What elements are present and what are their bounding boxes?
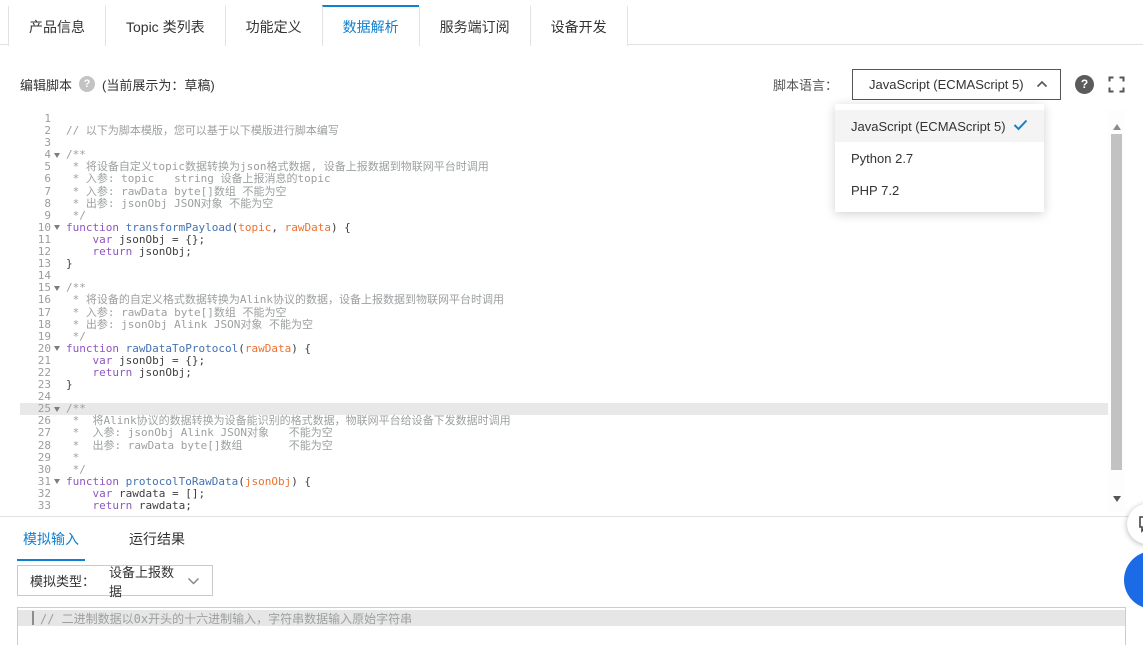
dropdown-option-label: Python 2.7 <box>851 151 913 166</box>
scrollbar-thumb[interactable] <box>1111 134 1122 470</box>
fullscreen-icon[interactable] <box>1108 76 1125 93</box>
editor-scrollbar[interactable] <box>1108 110 1125 512</box>
dropdown-option-label: JavaScript (ECMAScript 5) <box>851 119 1006 134</box>
line-number: 33 <box>20 500 51 512</box>
simulate-input-comment: // 二进制数据以0x开头的十六进制输入，字符串数据输入原始字符串 <box>40 610 412 627</box>
code-line: 23} <box>20 379 1108 391</box>
dropdown-option[interactable]: PHP 7.2 <box>835 174 1044 206</box>
chevron-up-icon <box>1036 80 1048 88</box>
tab-功能定义[interactable]: 功能定义 <box>225 5 322 46</box>
text-cursor <box>32 611 34 625</box>
code-line: 12 return jsonObj; <box>20 246 1108 258</box>
line-number: 27 <box>20 427 51 439</box>
line-number: 16 <box>20 294 51 306</box>
line-number: 28 <box>20 440 51 452</box>
check-icon <box>1013 119 1028 134</box>
code-line: 29 * <box>20 452 1108 464</box>
help-icon-dark[interactable]: ? <box>1075 75 1094 94</box>
tab-模拟输入[interactable]: 模拟输入 <box>17 525 85 561</box>
language-dropdown-menu: JavaScript (ECMAScript 5) Python 2.7 PHP 7… <box>835 104 1044 212</box>
simulate-type-value: 设备上报数据 <box>109 562 187 600</box>
script-language-value: JavaScript (ECMAScript 5) <box>869 77 1024 92</box>
script-language-select[interactable]: JavaScript (ECMAScript 5) <box>852 69 1061 100</box>
fold-arrow-icon[interactable] <box>51 149 62 161</box>
draft-status-note: (当前展示为：草稿) <box>102 75 215 94</box>
scrollbar-down-arrow-icon[interactable] <box>1108 492 1125 506</box>
fold-arrow-icon[interactable] <box>51 282 62 294</box>
fold-arrow-icon[interactable] <box>51 403 62 415</box>
edit-script-title: 编辑脚本 <box>20 75 72 94</box>
dropdown-option[interactable]: JavaScript (ECMAScript 5) <box>835 110 1044 142</box>
simulate-type-select[interactable]: 模拟类型： 设备上报数据 <box>17 565 213 596</box>
feedback-button[interactable] <box>1127 504 1143 544</box>
chevron-down-icon <box>187 577 200 585</box>
support-button[interactable] <box>1124 551 1143 609</box>
line-number: 7 <box>20 186 51 198</box>
product-tabbar: 产品信息Topic 类列表功能定义数据解析服务端订阅设备开发 <box>0 5 1143 45</box>
code-line: 24 <box>20 391 1108 403</box>
script-language-label: 脚本语言： <box>773 75 838 94</box>
simulate-input-active-line: // 二进制数据以0x开头的十六进制输入，字符串数据输入原始字符串 <box>18 610 1125 626</box>
scrollbar-up-arrow-icon[interactable] <box>1108 120 1125 134</box>
tab-设备开发[interactable]: 设备开发 <box>530 5 628 46</box>
help-icon[interactable]: ? <box>79 76 95 92</box>
tab-Topic 类列表[interactable]: Topic 类列表 <box>105 5 225 46</box>
tab-运行结果[interactable]: 运行结果 <box>123 525 191 561</box>
tab-产品信息[interactable]: 产品信息 <box>8 5 105 46</box>
section-divider <box>0 516 1143 517</box>
tab-数据解析[interactable]: 数据解析 <box>322 5 419 46</box>
dropdown-option-label: PHP 7.2 <box>851 183 899 198</box>
fold-arrow-icon[interactable] <box>51 476 62 488</box>
code-line: 14 <box>20 270 1108 282</box>
line-number: 30 <box>20 464 51 476</box>
tab-服务端订阅[interactable]: 服务端订阅 <box>419 5 530 46</box>
fold-arrow-icon[interactable] <box>51 343 62 355</box>
line-number: 18 <box>20 319 51 331</box>
code-line: 28 * 出参: rawData byte[]数组 不能为空 <box>20 440 1108 452</box>
code-line: 33 return rawdata; <box>20 500 1108 512</box>
data-parsing-page: 产品信息Topic 类列表功能定义数据解析服务端订阅设备开发 编辑脚本 ? (当… <box>0 0 1143 645</box>
script-editor-header: 编辑脚本 ? (当前展示为：草稿) 脚本语言： JavaScript (ECMA… <box>20 68 1125 100</box>
simulate-input-editor[interactable]: // 二进制数据以0x开头的十六进制输入，字符串数据输入原始字符串 <box>17 607 1126 645</box>
feedback-icon <box>1137 514 1143 534</box>
line-number: 8 <box>20 198 51 210</box>
dropdown-option[interactable]: Python 2.7 <box>835 142 1044 174</box>
simulate-type-label: 模拟类型： <box>30 571 95 590</box>
line-number: 19 <box>20 331 51 343</box>
fold-arrow-icon[interactable] <box>51 222 62 234</box>
code-line: 13} <box>20 258 1108 270</box>
line-number: 29 <box>20 452 51 464</box>
code-line: 18 * 出参: jsonObj Alink JSON对象 不能为空 <box>20 319 1108 331</box>
product-tabs: 产品信息Topic 类列表功能定义数据解析服务端订阅设备开发 <box>8 5 628 45</box>
line-number: 6 <box>20 173 51 185</box>
code-line: 22 return jsonObj; <box>20 367 1108 379</box>
line-number: 17 <box>20 307 51 319</box>
bottom-tabs: 模拟输入 运行结果 <box>17 525 191 561</box>
